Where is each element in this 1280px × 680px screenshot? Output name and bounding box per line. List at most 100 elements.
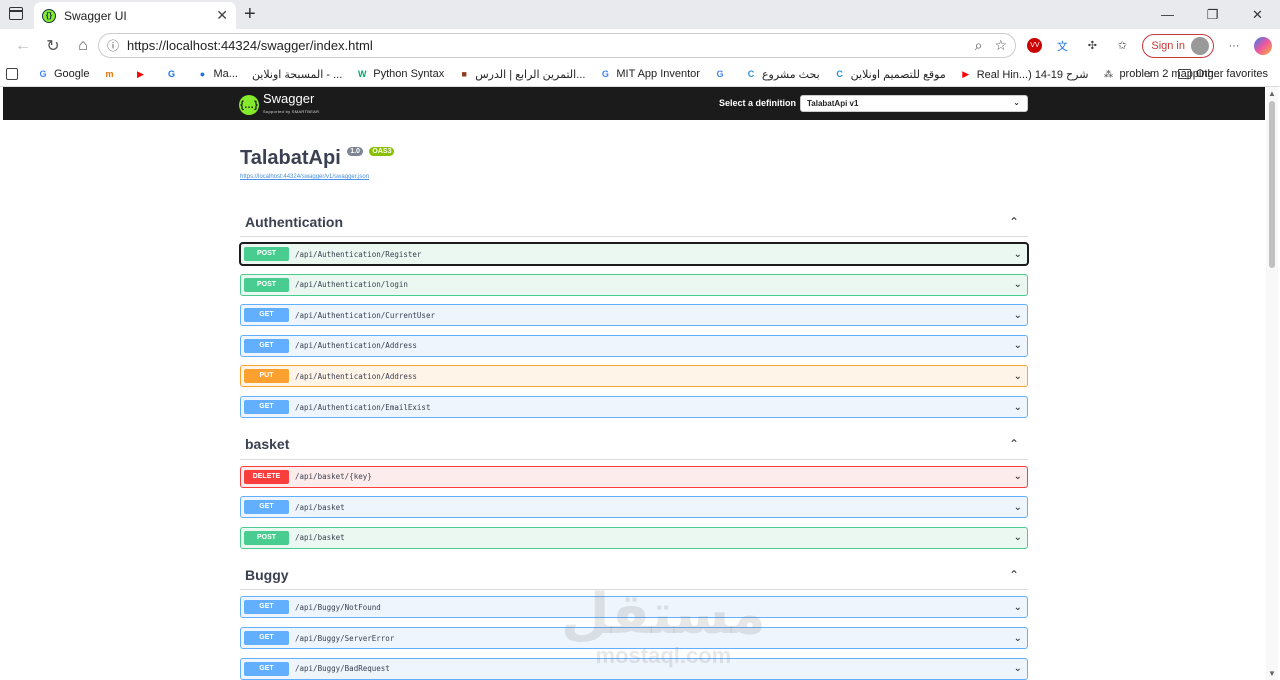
scroll-down-icon[interactable]: ▼ xyxy=(1268,669,1276,678)
chevron-down-icon[interactable]: ⌄ xyxy=(1014,279,1024,290)
operation-put[interactable]: PUT/api/Authentication/Address ⌄ xyxy=(240,365,1028,388)
operation-post[interactable]: POST/api/Authentication/login ⌄ xyxy=(240,273,1028,296)
operation-path: /api/Authentication/CurrentUser xyxy=(295,310,435,320)
operation-post[interactable]: POST/api/basket ⌄ xyxy=(240,526,1028,549)
operation-get[interactable]: GET/api/basket ⌄ xyxy=(240,496,1028,519)
bookmark-item[interactable]: W Python Syntax xyxy=(356,68,444,80)
api-title: TalabatApi xyxy=(240,147,341,169)
extension-vv-icon[interactable]: VV xyxy=(1027,38,1043,53)
chevron-down-icon[interactable]: ⌄ xyxy=(1014,249,1024,260)
mostaql-watermark: مستقل mostaql.com xyxy=(561,587,766,669)
bookmark-item[interactable]: G MIT App Inventor xyxy=(599,68,700,80)
tag-authentication[interactable]: Authentication ⌃ xyxy=(240,207,1028,237)
url-field[interactable]: ⓘ https://localhost:44324/swagger/index.… xyxy=(98,33,1016,58)
chevron-down-icon[interactable]: ⌄ xyxy=(1014,532,1024,543)
scroll-up-icon[interactable]: ▲ xyxy=(1268,89,1276,98)
chevron-up-icon[interactable]: ⌃ xyxy=(1009,215,1023,229)
operation-post[interactable]: POST/api/Authentication/Register ⌄ xyxy=(239,242,1029,266)
method-badge: GET xyxy=(244,338,289,353)
watermark-arabic: مستقل xyxy=(561,582,766,647)
extensions-icon[interactable]: ✣ xyxy=(1082,36,1102,56)
chevron-down-icon[interactable]: ⌄ xyxy=(1014,633,1024,644)
chevron-up-icon[interactable]: ⌃ xyxy=(1009,568,1023,582)
new-tab-button[interactable]: + xyxy=(244,3,256,26)
chevron-down-icon[interactable]: ⌄ xyxy=(1014,340,1024,351)
bookmark-item[interactable]: المسبحة اونلاين - ... xyxy=(252,68,342,81)
bookmarks-bar: G Google m ▶ G ● Ma... المسبحة اونلاين - ... W Py… xyxy=(0,62,1280,87)
scrollbar-thumb[interactable] xyxy=(1269,101,1275,268)
operation-path: /api/basket xyxy=(295,533,345,543)
bookmark-favicon-icon: C xyxy=(747,69,755,79)
operation-path: /api/Authentication/Register xyxy=(295,249,422,259)
method-badge: POST xyxy=(244,277,289,292)
swagger-logo-icon: {…} xyxy=(239,95,259,115)
chevron-down-icon: ⌄ xyxy=(1013,98,1020,107)
translate-icon[interactable]: 文 xyxy=(1052,36,1072,56)
method-badge: GET xyxy=(244,308,289,323)
maximize-icon[interactable]: ❐ xyxy=(1190,0,1235,29)
bookmark-label: التمرين الرابع | الدرس... xyxy=(475,68,586,81)
bookmark-apps-icon[interactable] xyxy=(6,68,23,80)
chevron-down-icon[interactable]: ⌄ xyxy=(1014,371,1024,382)
page-scrollbar[interactable]: ▲ ▼ xyxy=(1266,87,1278,680)
copilot-icon[interactable] xyxy=(1254,36,1272,55)
operation-delete[interactable]: DELETE/api/basket/{key} ⌄ xyxy=(240,465,1028,488)
bookmark-item[interactable]: G xyxy=(165,68,182,80)
close-tab-icon[interactable]: ✕ xyxy=(216,7,228,24)
bookmark-favicon-icon: ⁂ xyxy=(1103,68,1114,79)
spec-json-link[interactable]: https://localhost:44324/swagger/v1/swagg… xyxy=(240,174,394,180)
bookmark-label: بحث مشروع xyxy=(761,68,820,81)
zoom-icon[interactable]: ⌕ xyxy=(975,37,983,54)
favorite-star-icon[interactable]: ☆ xyxy=(994,37,1007,54)
method-badge: GET xyxy=(244,600,289,615)
other-favorites-folder[interactable]: Other favorites xyxy=(1177,68,1268,80)
definition-select[interactable]: TalabatApi v1 ⌄ xyxy=(800,95,1028,112)
bookmark-favicon-icon: G xyxy=(39,69,47,79)
sign-in-button[interactable]: Sign in xyxy=(1142,33,1214,58)
bookmark-item[interactable]: G xyxy=(714,68,731,80)
bookmark-item[interactable]: G Google xyxy=(37,68,89,80)
swagger-logo[interactable]: {…} Swagger Supported by SMARTBEAR xyxy=(239,92,319,118)
minimize-icon[interactable]: — xyxy=(1145,0,1190,29)
url-text[interactable]: https://localhost:44324/swagger/index.ht… xyxy=(127,38,963,53)
reload-icon[interactable]: ↻ xyxy=(38,36,68,56)
bookmark-favicon-icon: C xyxy=(836,69,843,79)
tag-basket[interactable]: basket ⌃ xyxy=(240,430,1028,460)
chevron-down-icon[interactable]: ⌄ xyxy=(1014,602,1024,613)
back-icon[interactable]: ← xyxy=(8,37,38,55)
tab-swagger-ui[interactable]: {} Swagger UI ✕ xyxy=(34,2,236,29)
more-menu-icon[interactable]: ··· xyxy=(1224,36,1244,56)
operation-get[interactable]: GET/api/Authentication/EmailExist ⌄ xyxy=(240,396,1028,418)
bookmark-item[interactable]: ● Ma... xyxy=(196,68,238,80)
operation-get[interactable]: GET/api/Authentication/Address ⌄ xyxy=(240,334,1028,357)
operation-path: /api/Authentication/login xyxy=(295,280,408,290)
close-window-icon[interactable]: ✕ xyxy=(1235,0,1280,29)
bookmark-item[interactable]: ▶ Real Hin...) شرح 19-14 xyxy=(960,68,1088,81)
bookmark-favicon-icon: G xyxy=(716,69,724,79)
home-icon[interactable]: ⌂ xyxy=(68,37,98,55)
chevron-up-icon[interactable]: ⌃ xyxy=(1009,437,1023,451)
operation-path: /api/Authentication/EmailExist xyxy=(295,402,431,412)
bookmark-favicon-icon: G xyxy=(167,69,175,79)
oas-badge: OAS3 xyxy=(369,147,395,156)
address-bar: ← ↻ ⌂ ⓘ https://localhost:44324/swagger/… xyxy=(0,29,1280,62)
bookmark-item[interactable]: C موقع للتصميم اونلاين xyxy=(834,68,945,81)
bookmarks-overflow-chevron-icon[interactable]: › xyxy=(1148,67,1152,81)
chevron-down-icon[interactable]: ⌄ xyxy=(1014,663,1024,674)
method-badge: GET xyxy=(244,400,289,414)
bookmark-item[interactable]: m xyxy=(103,68,120,80)
chevron-down-icon[interactable]: ⌄ xyxy=(1014,310,1024,321)
chevron-down-icon[interactable]: ⌄ xyxy=(1014,402,1024,413)
bookmark-item[interactable]: ▶ xyxy=(134,68,151,80)
chevron-down-icon[interactable]: ⌄ xyxy=(1014,502,1024,513)
bookmark-item[interactable]: ■ التمرين الرابع | الدرس... xyxy=(458,68,586,81)
method-badge: POST xyxy=(244,530,289,545)
tab-actions-icon[interactable] xyxy=(9,7,23,20)
favorites-icon[interactable]: ✩ xyxy=(1112,36,1132,56)
chevron-down-icon[interactable]: ⌄ xyxy=(1014,471,1024,482)
tag-name: Buggy xyxy=(245,566,289,583)
browser-tab-strip: {} Swagger UI ✕ + — ❐ ✕ xyxy=(0,0,1280,29)
bookmark-item[interactable]: C بحث مشروع xyxy=(745,68,820,81)
site-info-icon[interactable]: ⓘ xyxy=(107,37,119,54)
operation-get[interactable]: GET/api/Authentication/CurrentUser ⌄ xyxy=(240,304,1028,327)
